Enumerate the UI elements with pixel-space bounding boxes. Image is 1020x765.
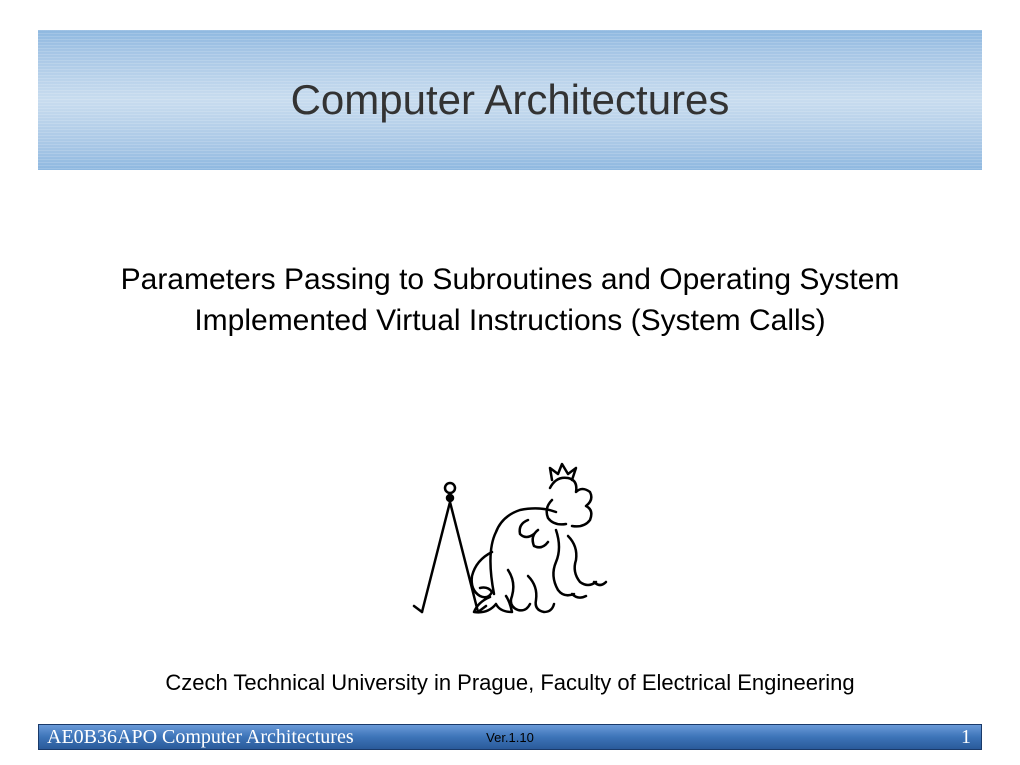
ctu-lion-logo (400, 452, 620, 622)
footer-bar: AE0B36APO Computer Architectures Ver.1.1… (38, 724, 982, 750)
lion-icon (400, 452, 620, 622)
slide-subtitle: Parameters Passing to Subroutines and Op… (38, 260, 982, 341)
title-banner: Computer Architectures (38, 30, 982, 170)
footer-course-label: AE0B36APO Computer Architectures (47, 726, 354, 749)
institution-text: Czech Technical University in Prague, Fa… (38, 670, 982, 696)
footer-version-label: Ver.1.10 (486, 730, 534, 745)
page-title: Computer Architectures (291, 76, 730, 124)
footer-page-number: 1 (961, 726, 971, 749)
